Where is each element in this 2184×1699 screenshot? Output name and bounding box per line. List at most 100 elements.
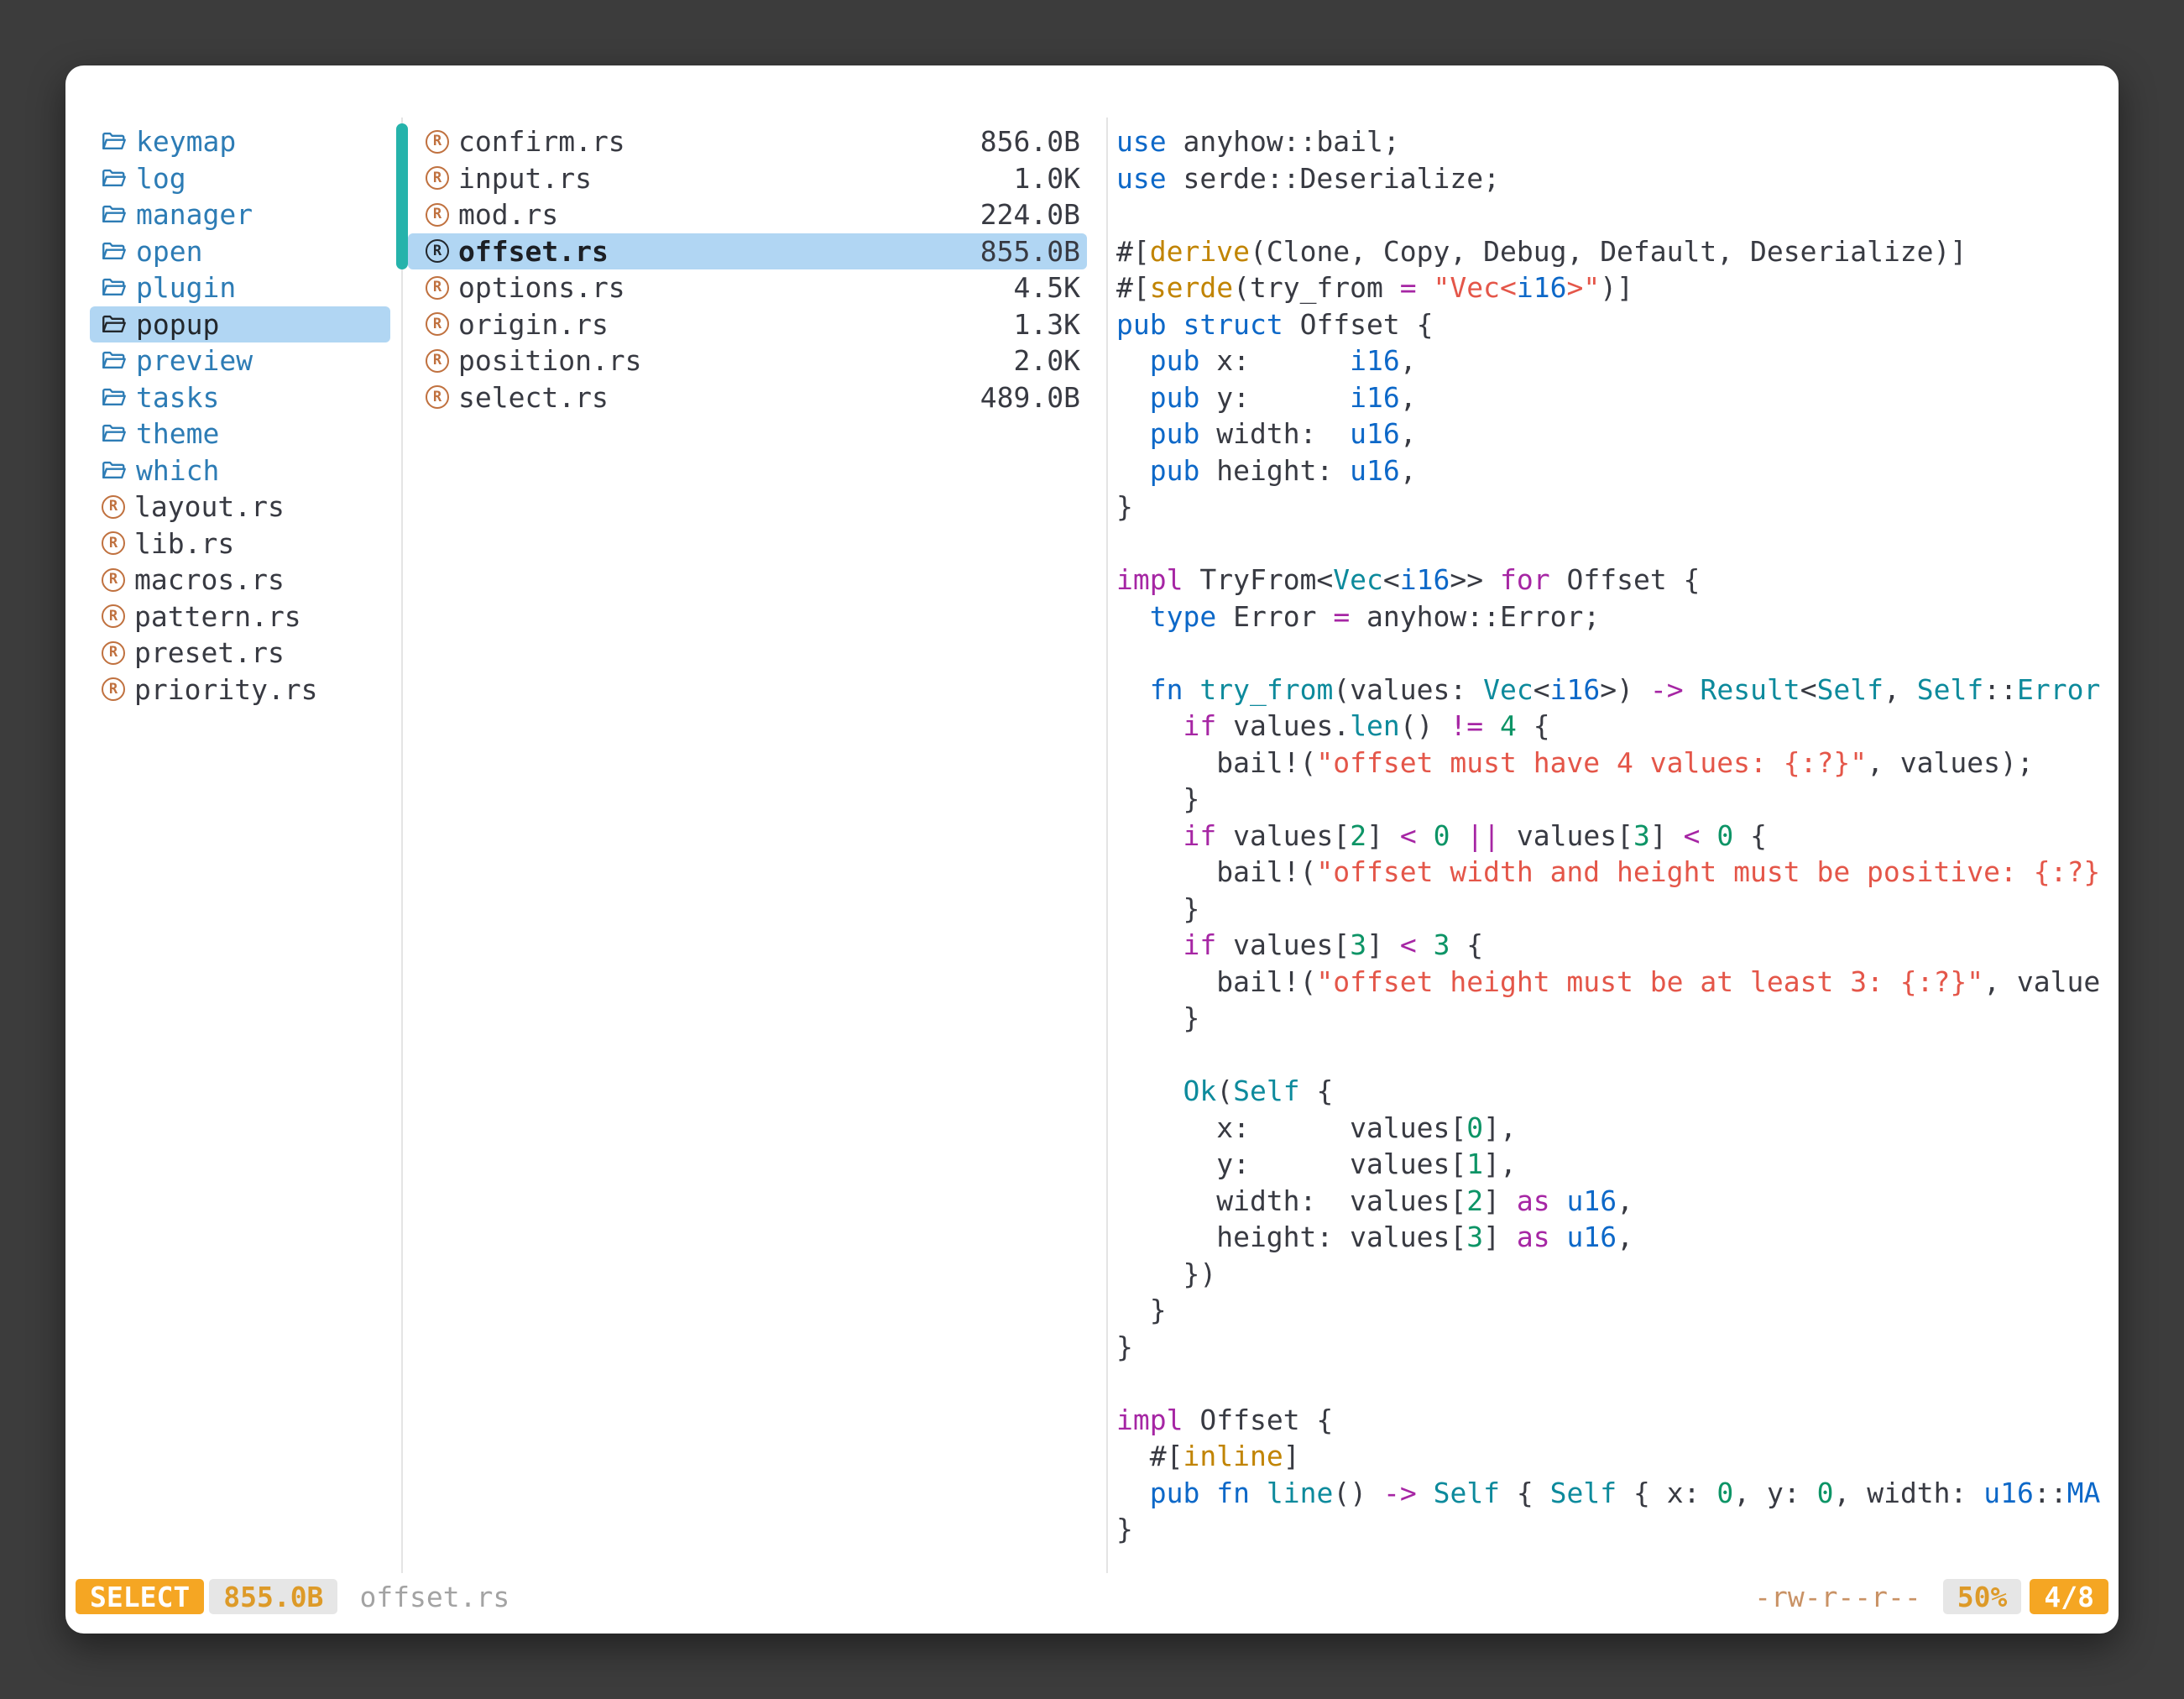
folder-open-icon (102, 349, 127, 372)
rust-file-icon (102, 677, 125, 701)
folder-open-icon (102, 276, 127, 299)
sidebar-item-label: priority.rs (134, 673, 318, 706)
rust-file-icon (426, 349, 449, 373)
sidebar-item-plugin[interactable]: plugin (90, 269, 390, 306)
folder-open-icon (102, 459, 127, 482)
file-name: mod.rs (458, 198, 558, 231)
code-line: } (1116, 489, 2117, 525)
code-line: pub height: u16, (1116, 452, 2117, 489)
code-line: } (1116, 781, 2117, 818)
sidebar-item-preset-rs[interactable]: preset.rs (90, 635, 390, 672)
code-line: width: values[2] as u16, (1116, 1183, 2117, 1220)
pane-divider (1106, 118, 1108, 1573)
folder-open-icon (102, 386, 127, 409)
folder-open-icon (102, 203, 127, 226)
file-size-badge: 855.0B (209, 1579, 337, 1614)
code-line: #[inline] (1116, 1438, 2117, 1475)
file-size: 489.0B (980, 381, 1080, 414)
pane-divider (401, 118, 403, 1573)
code-line (1116, 1037, 2117, 1074)
file-name: confirm.rs (458, 125, 625, 158)
file-name: select.rs (458, 381, 609, 414)
sidebar-item-label: tasks (136, 381, 219, 414)
file-size: 856.0B (980, 125, 1080, 158)
rust-file-icon (426, 130, 449, 154)
file-row-origin-rs[interactable]: origin.rs 1.3K (408, 306, 1087, 343)
file-row-mod-rs[interactable]: mod.rs 224.0B (408, 196, 1087, 233)
code-line: impl TryFrom<Vec<i16>> for Offset { (1116, 562, 2117, 599)
sidebar-item-label: preset.rs (134, 636, 285, 669)
parent-pane: keymap log manager open plugin popup pre… (65, 123, 401, 708)
code-line: } (1116, 1292, 2117, 1329)
sidebar-item-lib-rs[interactable]: lib.rs (90, 525, 390, 562)
sidebar-item-label: theme (136, 417, 219, 450)
sidebar-item-label: layout.rs (134, 490, 285, 523)
code-line (1116, 196, 2117, 233)
file-name: position.rs (458, 344, 642, 377)
rust-file-icon (426, 312, 449, 336)
sidebar-item-priority-rs[interactable]: priority.rs (90, 672, 390, 708)
sidebar-item-label: which (136, 454, 219, 487)
sidebar-item-open[interactable]: open (90, 233, 390, 270)
file-size: 2.0K (1014, 344, 1080, 377)
code-line: }) (1116, 1256, 2117, 1293)
file-row-options-rs[interactable]: options.rs 4.5K (408, 269, 1087, 306)
code-line: #[derive(Clone, Copy, Debug, Default, De… (1116, 233, 2117, 270)
file-size: 855.0B (980, 235, 1080, 268)
folder-open-icon (102, 167, 127, 190)
rust-file-icon (426, 203, 449, 227)
sidebar-item-theme[interactable]: theme (90, 416, 390, 452)
scroll-percent-badge: 50% (1943, 1579, 2022, 1614)
code-line: x: values[0], (1116, 1110, 2117, 1147)
sidebar-item-macros-rs[interactable]: macros.rs (90, 562, 390, 599)
code-line: impl Offset { (1116, 1402, 2117, 1439)
code-line: use anyhow::bail; (1116, 123, 2117, 160)
sidebar-item-which[interactable]: which (90, 452, 390, 489)
file-row-select-rs[interactable]: select.rs 489.0B (408, 379, 1087, 416)
code-line: pub struct Offset { (1116, 306, 2117, 343)
sidebar-item-preview[interactable]: preview (90, 342, 390, 379)
file-size: 1.3K (1014, 308, 1080, 341)
rust-file-icon (102, 641, 125, 665)
status-bar-right: -rw-r--r-- 50% 4/8 (1754, 1579, 2108, 1614)
sidebar-item-keymap[interactable]: keymap (90, 123, 390, 160)
sidebar-item-popup[interactable]: popup (90, 306, 390, 343)
rust-file-icon (426, 385, 449, 409)
sidebar-item-label: open (136, 235, 202, 268)
sidebar-item-log[interactable]: log (90, 160, 390, 197)
file-permissions: -rw-r--r-- (1754, 1581, 1921, 1613)
sidebar-item-layout-rs[interactable]: layout.rs (90, 489, 390, 525)
sidebar-item-label: lib.rs (134, 527, 234, 560)
code-line: pub y: i16, (1116, 379, 2117, 416)
preview-pane[interactable]: use anyhow::bail;use serde::Deserialize;… (1116, 123, 2117, 1581)
sidebar-item-tasks[interactable]: tasks (90, 379, 390, 416)
yazi-file-manager-window: keymap log manager open plugin popup pre… (65, 65, 2119, 1634)
folder-open-icon (102, 422, 127, 445)
file-list-scrollbar[interactable] (396, 123, 408, 269)
file-size: 1.0K (1014, 162, 1080, 195)
status-filename: offset.rs (359, 1581, 509, 1613)
file-row-offset-rs[interactable]: offset.rs 855.0B (408, 233, 1087, 270)
code-line: height: values[3] as u16, (1116, 1219, 2117, 1256)
code-line: Ok(Self { (1116, 1073, 2117, 1110)
sidebar-item-label: plugin (136, 271, 236, 304)
file-row-confirm-rs[interactable]: confirm.rs 856.0B (408, 123, 1087, 160)
sidebar-item-pattern-rs[interactable]: pattern.rs (90, 599, 390, 635)
file-row-input-rs[interactable]: input.rs 1.0K (408, 160, 1087, 197)
code-line (1116, 635, 2117, 672)
code-line: bail!("offset must have 4 values: {:?}",… (1116, 745, 2117, 782)
status-bar-left: SELECT 855.0B offset.rs (76, 1579, 509, 1614)
rust-file-icon (102, 604, 125, 628)
file-name: input.rs (458, 162, 592, 195)
sidebar-item-label: macros.rs (134, 563, 285, 596)
file-size: 4.5K (1014, 271, 1080, 304)
status-bar: SELECT 855.0B offset.rs -rw-r--r-- 50% 4… (76, 1578, 2108, 1615)
code-line: if values[2] < 0 || values[3] < 0 { (1116, 818, 2117, 855)
code-line: } (1116, 1329, 2117, 1366)
code-line: if values.len() != 4 { (1116, 708, 2117, 745)
rust-file-icon (426, 239, 449, 263)
file-row-position-rs[interactable]: position.rs 2.0K (408, 342, 1087, 379)
sidebar-item-label: log (136, 162, 186, 195)
sidebar-item-manager[interactable]: manager (90, 196, 390, 233)
folder-open-icon (102, 313, 127, 336)
